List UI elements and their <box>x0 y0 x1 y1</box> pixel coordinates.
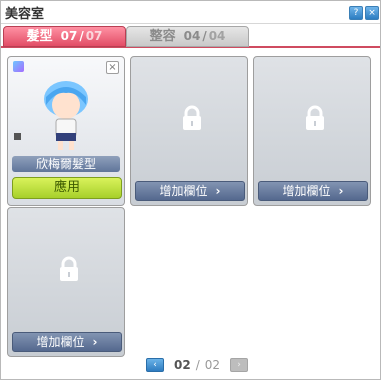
hairstyle-name: 欣梅爾髮型 <box>12 156 120 172</box>
apply-button[interactable]: 應用 <box>12 177 122 199</box>
window-title: 美容室 <box>5 7 45 22</box>
hair-slot-3: 增加欄位 › <box>253 56 371 206</box>
tab-face[interactable]: 整容 04/04 <box>126 26 249 47</box>
hairstyle-used: 07 <box>60 29 78 43</box>
lock-icon <box>60 256 78 281</box>
face-total: 04 <box>208 29 226 43</box>
add-slot-button[interactable]: 增加欄位 › <box>12 332 122 352</box>
add-slot-label: 增加欄位 <box>282 184 331 198</box>
window-close-button[interactable]: × <box>365 6 379 20</box>
tab-hairstyle-label: 髮型 <box>26 29 53 44</box>
color-indicator-icon <box>14 133 21 140</box>
chevron-right-icon: › <box>338 184 344 198</box>
total-pages: 02 <box>204 358 221 372</box>
hair-slot-4: 增加欄位 › <box>7 207 125 357</box>
add-slot-label: 增加欄位 <box>159 184 208 198</box>
next-page-button[interactable]: › <box>230 358 249 372</box>
face-used: 04 <box>183 29 201 43</box>
add-slot-button[interactable]: 增加欄位 › <box>258 181 368 201</box>
chevron-right-icon: › <box>215 184 221 198</box>
tab-face-label: 整容 <box>149 29 176 44</box>
title-bar: 美容室 ? × <box>1 1 380 24</box>
hair-slot-2: 增加欄位 › <box>130 56 248 206</box>
page-separator: / <box>195 358 200 372</box>
chevron-right-icon: › <box>92 335 98 349</box>
category-tabs: 髮型 07/07 整容 04/04 <box>1 24 380 48</box>
help-button[interactable]: ? <box>349 6 363 20</box>
item-grade-icon <box>13 61 24 72</box>
tab-face-count: 04/04 <box>183 29 226 43</box>
tab-hairstyle-count: 07/07 <box>60 29 103 43</box>
lock-icon <box>183 105 201 130</box>
current-page: 02 <box>174 358 191 372</box>
pagination: ‹ 02 / 02 › <box>146 357 249 373</box>
slot-delete-button[interactable]: × <box>106 61 119 74</box>
beauty-salon-window: 美容室 ? × 髮型 07/07 整容 04/04 × 欣梅爾髮型 應用 增加欄… <box>0 0 381 380</box>
lock-icon <box>306 105 324 130</box>
page-indicator: 02 / 02 <box>174 358 220 372</box>
prev-page-button[interactable]: ‹ <box>146 358 164 372</box>
tab-hairstyle[interactable]: 髮型 07/07 <box>3 26 126 47</box>
add-slot-button[interactable]: 增加欄位 › <box>135 181 245 201</box>
hair-slot-1[interactable]: × 欣梅爾髮型 應用 <box>7 56 125 206</box>
hairstyle-total: 07 <box>85 29 103 43</box>
add-slot-label: 增加欄位 <box>36 335 85 349</box>
character-avatar-icon <box>44 81 88 150</box>
